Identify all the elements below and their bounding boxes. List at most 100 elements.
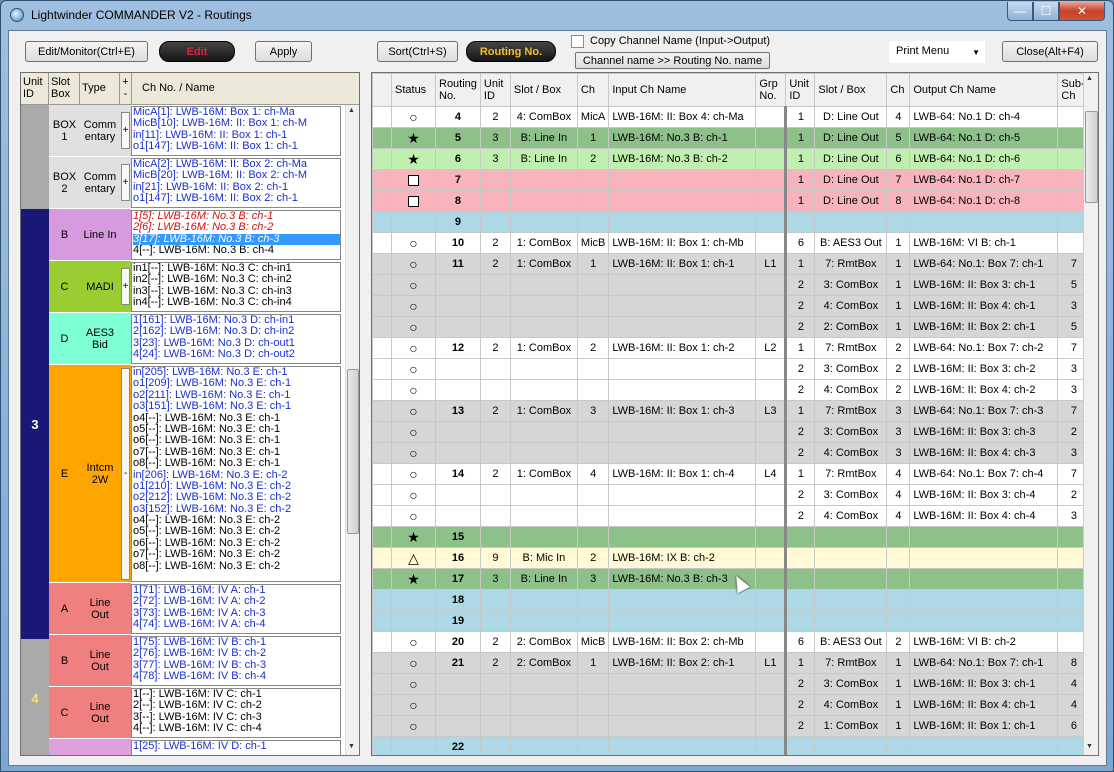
cell-sb[interactable]: 1: ComBox xyxy=(509,337,578,359)
cell-g[interactable] xyxy=(755,274,788,296)
cell-ou[interactable]: 1 xyxy=(785,400,816,422)
cell-osb[interactable] xyxy=(814,211,888,233)
grid-header-cell[interactable]: Routing No. xyxy=(435,73,481,107)
cell-ch[interactable] xyxy=(576,526,610,548)
row-selector[interactable] xyxy=(372,421,392,443)
cell-ou[interactable]: 2 xyxy=(785,715,816,737)
grid-header-cell[interactable]: Slot / Box xyxy=(814,73,888,107)
cell-ch[interactable] xyxy=(576,715,610,737)
status-cell[interactable] xyxy=(391,589,436,611)
cell-no[interactable]: 17 xyxy=(435,568,481,590)
cell-out[interactable]: LWB-64: No.1: Box 7: ch-1 xyxy=(909,652,1059,674)
cell-in[interactable] xyxy=(608,295,757,317)
cell-osb[interactable]: 3: ComBox xyxy=(814,673,888,695)
cell-och[interactable]: 1 xyxy=(886,694,911,716)
status-cell[interactable]: ○ xyxy=(391,274,436,296)
cell-och[interactable]: 7 xyxy=(886,169,911,191)
cell-ou[interactable]: 1 xyxy=(785,127,816,149)
grid-header-cell[interactable]: Input Ch Name xyxy=(608,73,757,107)
cell-ou[interactable]: 1 xyxy=(785,652,816,674)
cell-no[interactable] xyxy=(435,673,481,695)
channel-list[interactable]: 1[--]: LWB-16M: IV C: ch-1 2[--]: LWB-16M… xyxy=(131,688,341,738)
cell-out[interactable] xyxy=(909,589,1059,611)
grid-header-cell[interactable]: Status xyxy=(391,73,436,107)
cell-osb[interactable]: 4: ComBox xyxy=(814,442,888,464)
cell-ou[interactable]: 2 xyxy=(785,673,816,695)
routing-row[interactable]: ○ 2 3: ComBox 1 LWB-16M: II: Box 3: ch-1 4 xyxy=(372,673,1091,695)
channel-list[interactable]: in1[--]: LWB-16M: No.3 C: ch-in1 in2[--]:… xyxy=(131,262,341,312)
cell-out[interactable]: LWB-16M: II: Box 2: ch-1 xyxy=(909,316,1059,338)
cell-u[interactable] xyxy=(479,358,511,380)
cell-no[interactable]: 21 xyxy=(435,652,481,674)
channel-item[interactable]: o8[--]: LWB-16M: No.3 E: ch-2 xyxy=(133,560,340,572)
cell-ou[interactable]: 1 xyxy=(785,169,816,191)
cell-no[interactable]: 22 xyxy=(435,736,481,755)
cell-g[interactable] xyxy=(755,484,788,506)
status-cell[interactable] xyxy=(391,610,436,632)
cell-g[interactable] xyxy=(755,673,788,695)
cell-ch[interactable] xyxy=(576,190,610,212)
scroll-up-icon[interactable]: ▲ xyxy=(348,107,355,114)
row-selector[interactable] xyxy=(372,274,392,296)
cell-no[interactable]: 15 xyxy=(435,526,481,548)
routing-row[interactable]: ★ 6 3 B: Line In 2 LWB-16M: No.3 B: ch-2 1 D: L… xyxy=(372,148,1091,170)
cell-u[interactable] xyxy=(479,715,511,737)
cell-och[interactable]: 4 xyxy=(886,505,911,527)
cell-out[interactable]: LWB-64: No.1: Box 7: ch-4 xyxy=(909,463,1059,485)
print-menu-select[interactable]: Print Menu ▼ xyxy=(889,41,985,63)
cell-u[interactable]: 2 xyxy=(479,106,511,128)
cell-sb[interactable]: 1: ComBox xyxy=(509,232,578,254)
scroll-thumb[interactable] xyxy=(1085,111,1098,203)
cell-ch[interactable] xyxy=(576,358,610,380)
cell-ou[interactable]: 1 xyxy=(785,253,816,275)
cell-och[interactable]: 4 xyxy=(886,463,911,485)
cell-no[interactable]: 9 xyxy=(435,211,481,233)
row-selector[interactable] xyxy=(372,190,392,212)
routing-row[interactable]: 22 xyxy=(372,736,1091,755)
routing-row[interactable]: ○ 2 4: ComBox 2 LWB-16M: II: Box 4: ch-2 3 xyxy=(372,379,1091,401)
cell-sb[interactable] xyxy=(509,316,578,338)
status-cell[interactable]: ○ xyxy=(391,106,436,128)
cell-sb[interactable] xyxy=(509,505,578,527)
cell-in[interactable] xyxy=(608,610,757,632)
status-cell[interactable] xyxy=(391,736,436,755)
slot-box-cell[interactable]: A xyxy=(49,583,80,635)
cell-u[interactable]: 2 xyxy=(479,631,511,653)
cell-u[interactable]: 3 xyxy=(479,127,511,149)
cell-sb[interactable]: B: Line In xyxy=(509,148,578,170)
status-cell[interactable]: ○ xyxy=(391,442,436,464)
row-selector[interactable] xyxy=(372,442,392,464)
cell-sb[interactable] xyxy=(509,211,578,233)
cell-ch[interactable] xyxy=(576,484,610,506)
cell-out[interactable]: LWB-64: No.1 D: ch-6 xyxy=(909,148,1059,170)
cell-och[interactable]: 1 xyxy=(886,274,911,296)
cell-no[interactable] xyxy=(435,442,481,464)
row-selector[interactable] xyxy=(372,379,392,401)
cell-out[interactable]: LWB-64: No.1: Box 7: ch-2 xyxy=(909,337,1059,359)
expand-toggle-button[interactable]: + xyxy=(121,164,130,201)
status-cell[interactable]: ○ xyxy=(391,631,436,653)
cell-no[interactable] xyxy=(435,715,481,737)
cell-g[interactable] xyxy=(755,106,788,128)
channel-item[interactable]: o7[--]: LWB-16M: No.3 E: ch-2 xyxy=(133,548,340,560)
cell-out[interactable]: LWB-16M: II: Box 3: ch-1 xyxy=(909,673,1059,695)
cell-no[interactable]: 16 xyxy=(435,547,481,569)
row-selector[interactable] xyxy=(372,127,392,149)
cell-sb[interactable] xyxy=(509,736,578,755)
status-cell[interactable]: △ xyxy=(391,547,436,569)
edit-monitor-button[interactable]: Edit/Monitor(Ctrl+E) xyxy=(25,41,148,62)
cell-in[interactable] xyxy=(608,484,757,506)
cell-g[interactable] xyxy=(755,421,788,443)
cell-out[interactable]: LWB-16M: VI B: ch-1 xyxy=(909,232,1059,254)
row-selector[interactable] xyxy=(372,463,392,485)
cell-sb[interactable] xyxy=(509,274,578,296)
status-cell[interactable]: ○ xyxy=(391,694,436,716)
cell-ou[interactable]: 2 xyxy=(785,379,816,401)
cell-out[interactable]: LWB-64: No.1 D: ch-8 xyxy=(909,190,1059,212)
cell-u[interactable] xyxy=(479,316,511,338)
cell-no[interactable]: 4 xyxy=(435,106,481,128)
cell-g[interactable] xyxy=(755,316,788,338)
channel-list[interactable]: MicA[2]: LWB-16M: II: Box 2: ch-Ma MicB[2… xyxy=(131,158,341,208)
cell-u[interactable] xyxy=(479,421,511,443)
cell-ch[interactable] xyxy=(576,295,610,317)
